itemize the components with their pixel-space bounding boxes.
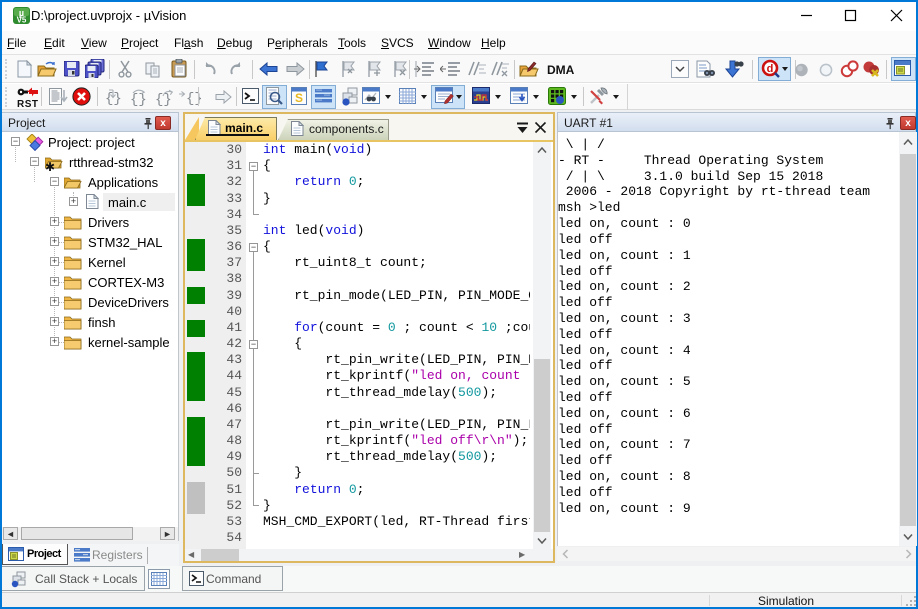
svg-text:d: d xyxy=(767,63,774,75)
svg-text:S: S xyxy=(295,91,303,105)
svg-text:V5: V5 xyxy=(17,16,27,25)
svg-text:{}: {} xyxy=(130,92,147,107)
svg-text:✱: ✱ xyxy=(45,160,55,171)
svg-text:RST: RST xyxy=(17,99,38,108)
